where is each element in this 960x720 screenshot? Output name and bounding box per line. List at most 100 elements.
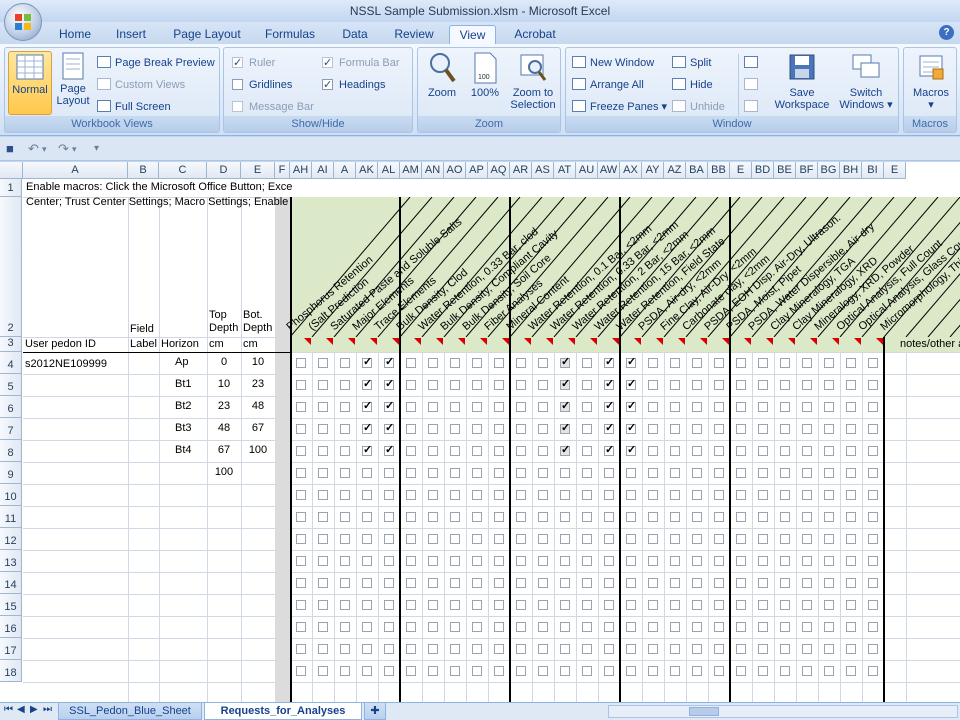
analysis-checkbox[interactable] xyxy=(384,512,394,522)
bottom-depth-cell[interactable]: 67 xyxy=(241,422,275,434)
analysis-checkbox[interactable] xyxy=(538,666,548,676)
tab-page-layout[interactable]: Page Layout xyxy=(168,25,246,44)
analysis-checkbox[interactable] xyxy=(714,358,724,368)
analysis-checkbox[interactable] xyxy=(714,402,724,412)
analysis-checkbox[interactable] xyxy=(472,600,482,610)
tab-view[interactable]: View xyxy=(449,25,496,44)
row-header[interactable]: 7 xyxy=(0,418,22,440)
analysis-checkbox[interactable] xyxy=(824,622,834,632)
analysis-checkbox[interactable] xyxy=(846,402,856,412)
analysis-checkbox[interactable] xyxy=(758,644,768,654)
analysis-checkbox[interactable] xyxy=(692,666,702,676)
column-header[interactable]: AW xyxy=(598,162,620,179)
analysis-checkbox[interactable] xyxy=(604,644,614,654)
analysis-checkbox[interactable] xyxy=(318,512,328,522)
analysis-checkbox[interactable] xyxy=(318,534,328,544)
analysis-checkbox[interactable] xyxy=(714,556,724,566)
column-header[interactable]: BB xyxy=(708,162,730,179)
analysis-checkbox[interactable] xyxy=(648,424,658,434)
row-header[interactable]: 9 xyxy=(0,462,22,484)
analysis-checkbox[interactable] xyxy=(538,424,548,434)
analysis-checkbox[interactable] xyxy=(626,468,636,478)
analysis-checkbox[interactable] xyxy=(538,358,548,368)
column-header[interactable]: AK xyxy=(356,162,378,179)
bottom-depth-cell[interactable]: 48 xyxy=(241,400,275,412)
analysis-checkbox[interactable] xyxy=(692,622,702,632)
analysis-checkbox[interactable] xyxy=(670,600,680,610)
analysis-checkbox[interactable] xyxy=(626,644,636,654)
analysis-checkbox[interactable] xyxy=(692,380,702,390)
horizontal-scroll-thumb[interactable] xyxy=(689,707,719,716)
analysis-checkbox[interactable] xyxy=(824,600,834,610)
analysis-checkbox[interactable] xyxy=(516,600,526,610)
analysis-checkbox[interactable] xyxy=(406,358,416,368)
analysis-checkbox[interactable] xyxy=(802,424,812,434)
analysis-checkbox[interactable] xyxy=(714,380,724,390)
analysis-checkbox[interactable] xyxy=(384,578,394,588)
analysis-checkbox[interactable] xyxy=(758,446,768,456)
analysis-checkbox[interactable] xyxy=(846,534,856,544)
row-header[interactable]: 3 xyxy=(0,337,22,352)
analysis-checkbox[interactable] xyxy=(758,380,768,390)
analysis-checkbox[interactable] xyxy=(560,600,570,610)
analysis-checkbox[interactable] xyxy=(494,622,504,632)
analysis-checkbox[interactable] xyxy=(406,512,416,522)
analysis-checkbox[interactable] xyxy=(494,578,504,588)
analysis-checkbox[interactable] xyxy=(560,377,570,390)
analysis-checkbox[interactable] xyxy=(868,600,878,610)
analysis-checkbox[interactable] xyxy=(516,512,526,522)
analysis-checkbox[interactable] xyxy=(318,600,328,610)
analysis-checkbox[interactable] xyxy=(824,666,834,676)
column-header[interactable]: E xyxy=(730,162,752,179)
analysis-checkbox[interactable] xyxy=(428,512,438,522)
analysis-checkbox[interactable] xyxy=(846,600,856,610)
analysis-checkbox[interactable] xyxy=(494,644,504,654)
sheet-tab-requests-for-analyses[interactable]: Requests_for_Analyses xyxy=(204,703,362,720)
analysis-checkbox[interactable] xyxy=(670,402,680,412)
analysis-checkbox[interactable] xyxy=(428,380,438,390)
analysis-checkbox[interactable] xyxy=(802,380,812,390)
analysis-checkbox[interactable] xyxy=(516,402,526,412)
analysis-checkbox[interactable] xyxy=(516,380,526,390)
analysis-checkbox[interactable] xyxy=(846,380,856,390)
analysis-checkbox[interactable] xyxy=(384,468,394,478)
horizon-cell[interactable]: Bt3 xyxy=(175,422,192,434)
row-header[interactable]: 2 xyxy=(0,197,22,337)
analysis-checkbox[interactable] xyxy=(472,446,482,456)
analysis-checkbox[interactable] xyxy=(560,468,570,478)
analysis-checkbox[interactable] xyxy=(868,490,878,500)
column-header[interactable]: A xyxy=(334,162,356,179)
analysis-checkbox[interactable] xyxy=(296,600,306,610)
analysis-checkbox[interactable] xyxy=(582,600,592,610)
analysis-checkbox[interactable] xyxy=(428,578,438,588)
analysis-checkbox[interactable] xyxy=(780,666,790,676)
analysis-checkbox[interactable] xyxy=(384,490,394,500)
analysis-checkbox[interactable] xyxy=(472,380,482,390)
analysis-checkbox[interactable] xyxy=(824,424,834,434)
analysis-checkbox[interactable] xyxy=(824,490,834,500)
analysis-checkbox[interactable] xyxy=(868,534,878,544)
analysis-checkbox[interactable] xyxy=(406,446,416,456)
analysis-checkbox[interactable] xyxy=(868,424,878,434)
analysis-checkbox[interactable] xyxy=(538,402,548,412)
analysis-checkbox[interactable] xyxy=(406,578,416,588)
analysis-checkbox[interactable] xyxy=(362,600,372,610)
row-header[interactable]: 10 xyxy=(0,484,22,506)
analysis-checkbox[interactable] xyxy=(824,556,834,566)
analysis-checkbox[interactable] xyxy=(428,424,438,434)
analysis-checkbox[interactable] xyxy=(604,556,614,566)
analysis-checkbox[interactable] xyxy=(626,421,636,434)
analysis-checkbox[interactable] xyxy=(472,424,482,434)
analysis-checkbox[interactable] xyxy=(604,355,614,368)
analysis-checkbox[interactable] xyxy=(516,490,526,500)
analysis-checkbox[interactable] xyxy=(802,556,812,566)
analysis-checkbox[interactable] xyxy=(494,600,504,610)
analysis-checkbox[interactable] xyxy=(472,358,482,368)
analysis-checkbox[interactable] xyxy=(780,490,790,500)
new-window-button[interactable]: New Window xyxy=(572,54,654,72)
analysis-checkbox[interactable] xyxy=(318,446,328,456)
analysis-checkbox[interactable] xyxy=(626,443,636,456)
tab-acrobat[interactable]: Acrobat xyxy=(506,25,564,44)
analysis-checkbox[interactable] xyxy=(406,534,416,544)
analysis-checkbox[interactable] xyxy=(758,512,768,522)
